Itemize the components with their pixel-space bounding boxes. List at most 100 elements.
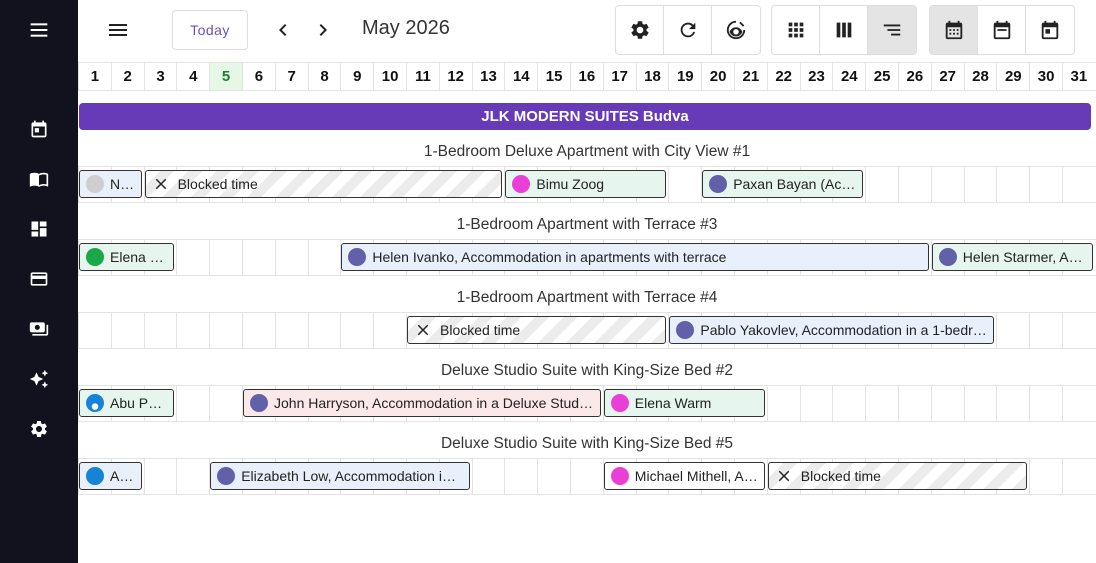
day-cell[interactable] bbox=[307, 313, 341, 348]
settings-icon[interactable] bbox=[616, 6, 664, 54]
day-cell[interactable] bbox=[504, 459, 537, 494]
day-cell[interactable] bbox=[143, 459, 177, 494]
day-cell[interactable] bbox=[209, 386, 242, 421]
payments-icon[interactable] bbox=[27, 317, 51, 341]
day-cell[interactable] bbox=[898, 167, 931, 202]
booking-block[interactable]: Nicole bbox=[79, 170, 142, 198]
next-month-icon[interactable] bbox=[311, 18, 335, 42]
hotel-banner[interactable]: JLK MODERN SUITES Budva bbox=[79, 103, 1091, 130]
booking-block[interactable]: Elena Warm bbox=[603, 389, 765, 417]
day-cell[interactable] bbox=[307, 240, 341, 275]
booking-block[interactable]: Bimu Zoog bbox=[505, 170, 667, 198]
room-row: Nicole Blocked time Bimu Zoog Paxan Bayan (… bbox=[78, 166, 1096, 203]
day-header-7: 7 bbox=[274, 63, 308, 90]
day-cell[interactable] bbox=[1062, 459, 1095, 494]
day-cell[interactable] bbox=[766, 386, 800, 421]
guest-avatar-icon bbox=[348, 248, 367, 266]
previous-month-icon[interactable] bbox=[271, 18, 295, 42]
day-cell[interactable] bbox=[996, 313, 1029, 348]
day-cell[interactable] bbox=[1062, 313, 1095, 348]
blocked-time-block[interactable]: Blocked time bbox=[407, 316, 667, 344]
calendar-week-icon[interactable] bbox=[978, 6, 1026, 54]
day-cell[interactable] bbox=[1029, 167, 1062, 202]
day-header-20: 20 bbox=[701, 63, 734, 90]
booking-block[interactable]: Abu Pak bbox=[79, 462, 142, 490]
sparkle-icon[interactable] bbox=[27, 367, 51, 391]
day-cell[interactable] bbox=[898, 386, 931, 421]
day-cell[interactable] bbox=[373, 313, 406, 348]
booking-block[interactable]: John Harryson, Accommodation in a Deluxe… bbox=[243, 389, 601, 417]
day-cell[interactable] bbox=[930, 386, 964, 421]
booking-block[interactable]: Abu Pak (Accommodation) bbox=[79, 389, 175, 417]
day-cell[interactable] bbox=[996, 167, 1029, 202]
room-title: 1-Bedroom Deluxe Apartment with City Vie… bbox=[423, 143, 751, 160]
day-cell[interactable] bbox=[1029, 459, 1062, 494]
day-cell[interactable] bbox=[1062, 167, 1095, 202]
month-grid-icon[interactable] bbox=[772, 6, 820, 54]
day-header-13: 13 bbox=[471, 63, 505, 90]
visibility-icon[interactable] bbox=[712, 6, 760, 54]
day-cell[interactable] bbox=[242, 313, 275, 348]
day-cell[interactable] bbox=[799, 386, 833, 421]
book-icon[interactable] bbox=[27, 167, 51, 191]
day-header-12: 12 bbox=[438, 63, 472, 90]
day-cell[interactable] bbox=[996, 386, 1029, 421]
day-header-23: 23 bbox=[799, 63, 833, 90]
day-header-2: 2 bbox=[110, 63, 144, 90]
day-cell[interactable] bbox=[274, 313, 308, 348]
day-cell[interactable] bbox=[570, 459, 603, 494]
booking-label: Abu Pak (Accommodation) bbox=[110, 395, 167, 411]
day-cell[interactable] bbox=[274, 240, 308, 275]
day-header-10: 10 bbox=[373, 63, 406, 90]
close-icon bbox=[417, 324, 429, 336]
room-row: Blocked time Pablo Yakovlev, Accommodatio… bbox=[78, 312, 1096, 349]
day-cell[interactable] bbox=[865, 386, 898, 421]
booking-block[interactable]: Michael Mithell, Accommodation bbox=[603, 462, 765, 490]
blocked-time-block[interactable]: Blocked time bbox=[767, 462, 1028, 490]
booking-block[interactable]: Helen Starmer, Accommodation bbox=[931, 243, 1093, 271]
day-cell[interactable] bbox=[242, 240, 275, 275]
day-cell[interactable] bbox=[537, 459, 570, 494]
settings-icon[interactable] bbox=[27, 417, 51, 441]
day-cell[interactable] bbox=[176, 240, 209, 275]
day-cell[interactable] bbox=[143, 313, 177, 348]
blocked-time-block[interactable]: Blocked time bbox=[144, 170, 503, 198]
close-icon bbox=[778, 470, 790, 482]
day-cell[interactable] bbox=[930, 167, 964, 202]
day-cell[interactable] bbox=[963, 386, 997, 421]
day-cell[interactable] bbox=[832, 386, 865, 421]
booking-label: Blocked time bbox=[800, 468, 881, 484]
day-cell[interactable] bbox=[176, 386, 209, 421]
day-cell[interactable] bbox=[865, 167, 898, 202]
day-cell[interactable] bbox=[963, 167, 997, 202]
booking-block[interactable]: Pablo Yakovlev, Accommodation in a 1-bed… bbox=[669, 316, 995, 344]
timeline-icon[interactable] bbox=[868, 6, 916, 54]
week-columns-icon[interactable] bbox=[820, 6, 868, 54]
today-button[interactable]: Today bbox=[172, 10, 248, 50]
dashboard-icon[interactable] bbox=[27, 217, 51, 241]
day-cell[interactable] bbox=[1062, 386, 1095, 421]
day-cell[interactable] bbox=[209, 313, 242, 348]
guest-avatar-icon bbox=[250, 394, 268, 412]
menu-icon[interactable] bbox=[27, 18, 51, 42]
refresh-icon[interactable] bbox=[664, 6, 712, 54]
day-cell[interactable] bbox=[110, 313, 144, 348]
calendar-day-icon[interactable] bbox=[1026, 6, 1074, 54]
day-cell[interactable] bbox=[1029, 313, 1062, 348]
hamburger-menu-icon[interactable] bbox=[106, 18, 130, 42]
calendar-range-icon[interactable] bbox=[930, 6, 978, 54]
day-cell[interactable] bbox=[340, 313, 373, 348]
day-cell[interactable] bbox=[176, 459, 209, 494]
booking-block[interactable]: Paxan Bayan (Accommodation) bbox=[702, 170, 864, 198]
calendar-icon[interactable] bbox=[27, 117, 51, 141]
booking-block[interactable]: Elizabeth Low, Accommodation in a Deluxe… bbox=[210, 462, 470, 490]
day-cell[interactable] bbox=[471, 459, 505, 494]
day-cell[interactable] bbox=[209, 240, 242, 275]
day-cell[interactable] bbox=[1029, 386, 1062, 421]
day-cell[interactable] bbox=[176, 313, 209, 348]
booking-block[interactable]: Elena Warm bbox=[79, 243, 175, 271]
day-cell[interactable] bbox=[668, 167, 701, 202]
day-cell[interactable] bbox=[78, 313, 111, 348]
credit-card-icon[interactable] bbox=[27, 267, 51, 291]
booking-block[interactable]: Helen Ivanko, Accommodation in apartment… bbox=[341, 243, 929, 271]
